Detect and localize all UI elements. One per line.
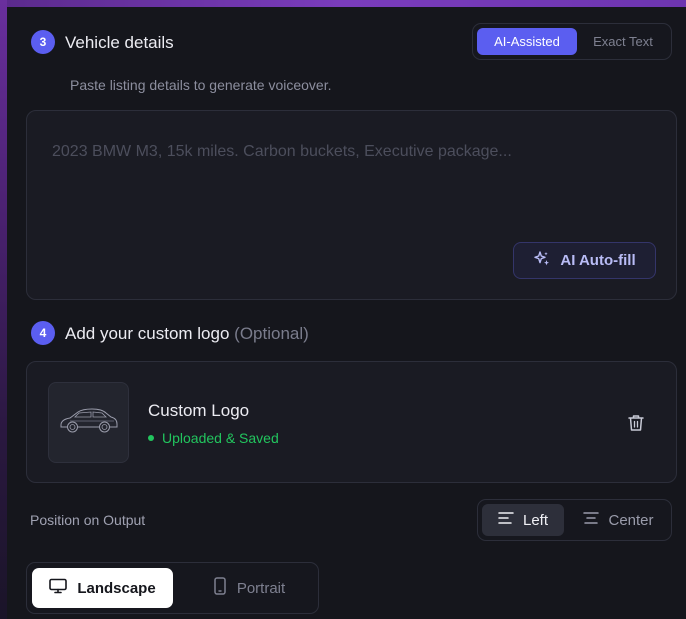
logo-card: Custom Logo Uploaded & Saved — [26, 361, 677, 483]
align-left-label: Left — [522, 511, 549, 529]
step-3-badge: 3 — [31, 30, 55, 54]
alignment-toggle: Left Center — [477, 499, 672, 541]
mode-toggle: AI-Assisted Exact Text — [472, 23, 672, 60]
step-3-title: Vehicle details — [65, 33, 174, 52]
logo-status: Uploaded & Saved — [148, 430, 279, 446]
landscape-button[interactable]: Landscape — [32, 568, 173, 608]
sparkles-icon — [533, 250, 551, 272]
align-left-icon — [498, 511, 514, 529]
window-frame-top — [0, 0, 686, 7]
position-label: Position on Output — [30, 512, 146, 528]
ai-assisted-button[interactable]: AI-Assisted — [477, 28, 577, 55]
logo-thumbnail[interactable] — [48, 382, 129, 463]
portrait-label: Portrait — [236, 579, 286, 597]
step-4-title: Add your custom logo (Optional) — [65, 324, 309, 344]
landscape-label: Landscape — [77, 579, 156, 597]
status-dot — [148, 435, 154, 441]
align-center-icon — [583, 511, 600, 529]
car-icon — [58, 405, 120, 440]
step-3-number: 3 — [39, 35, 47, 49]
step-4-title-text: Add your custom logo — [65, 324, 230, 343]
trash-icon — [625, 415, 647, 438]
optional-label: (Optional) — [234, 324, 309, 343]
logo-status-text: Uploaded & Saved — [162, 430, 279, 446]
align-center-label: Center — [608, 511, 654, 529]
step-4-number: 4 — [39, 326, 47, 340]
textarea-placeholder: 2023 BMW M3, 15k miles. Carbon buckets, … — [52, 143, 512, 160]
ai-autofill-button[interactable]: AI Auto-fill — [513, 242, 656, 279]
monitor-icon — [49, 578, 68, 598]
align-left-button[interactable]: Left — [482, 504, 564, 536]
phone-icon — [213, 577, 227, 599]
step-3-subtitle: Paste listing details to generate voiceo… — [70, 77, 332, 93]
form-panel: 3 Vehicle details AI-Assisted Exact Text… — [7, 7, 686, 619]
orientation-toggle: Landscape Portrait — [26, 562, 319, 614]
portrait-button[interactable]: Portrait — [187, 568, 311, 608]
step-4-badge: 4 — [31, 321, 55, 345]
align-center-button[interactable]: Center — [568, 504, 669, 536]
logo-name: Custom Logo — [148, 401, 250, 420]
delete-logo-button[interactable] — [625, 412, 647, 434]
ai-autofill-label: AI Auto-fill — [560, 252, 636, 269]
exact-text-button[interactable]: Exact Text — [577, 28, 669, 55]
vehicle-details-textarea[interactable]: 2023 BMW M3, 15k miles. Carbon buckets, … — [26, 110, 677, 300]
window-frame-left — [0, 0, 7, 619]
